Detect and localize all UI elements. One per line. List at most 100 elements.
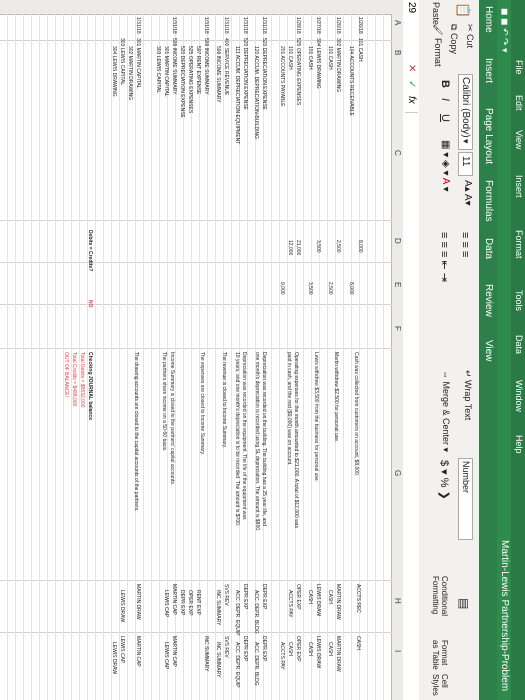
h-cell[interactable]: ACC. DEPR. EQUIP — [234, 590, 240, 636]
h-cell[interactable]: ACCTS REC — [355, 584, 361, 613]
tab-review[interactable]: Review — [483, 284, 494, 317]
format-as-table-button[interactable]: Format as Table — [431, 640, 449, 670]
enter-icon[interactable]: ✓ — [406, 80, 417, 88]
number-format-select[interactable]: Number — [458, 458, 473, 540]
account-cell[interactable]: 520 DEPRECIATION EXPENSE — [261, 38, 267, 110]
explanation-cell[interactable]: one month's depreciation is recorded usi… — [254, 352, 260, 531]
account-cell[interactable]: 302 MARTIN DRAWING — [335, 38, 341, 92]
debit-cell[interactable]: 21,000 — [295, 240, 301, 255]
wrap-text-button[interactable]: ↵ Wrap Text — [462, 370, 473, 420]
debit-cell[interactable]: 8,000 — [357, 240, 363, 253]
tab-formulas[interactable]: Formulas — [483, 180, 494, 222]
debits-equal-credits-label[interactable]: Debits = Credits? — [87, 230, 93, 271]
align-left-icons[interactable]: ≡ ≡ ≡ ⇤ ⇥ — [438, 232, 451, 282]
h-cell[interactable]: OPER EXP — [295, 584, 301, 610]
column-header-i[interactable]: I — [393, 650, 402, 652]
h-cell[interactable]: ACCTS PAY — [287, 590, 293, 618]
h-cell[interactable]: DEPR EXP — [242, 584, 248, 609]
i-cell[interactable]: DEPR EXP — [242, 636, 248, 661]
column-header-g[interactable]: G — [393, 470, 402, 476]
debit-cell[interactable]: 3,500 — [315, 240, 321, 253]
h-cell[interactable]: ACC. DEPR. BLDG — [253, 590, 259, 634]
menu-help[interactable]: Help — [514, 435, 524, 454]
h-cell[interactable]: CASH — [307, 590, 313, 604]
i-cell[interactable]: ACC. DEPR. EQUIP — [234, 642, 240, 688]
explanation-cell[interactable]: Lewis withdrew $3,500 from the business … — [313, 352, 319, 482]
grow-font-button[interactable]: A▴ A▾ — [462, 180, 473, 206]
account-cell[interactable]: 520 DEPRECIATION EXPENSE — [242, 38, 248, 110]
i-cell[interactable]: CASH — [307, 642, 313, 656]
date-cell[interactable]: 1/31/18 — [223, 17, 229, 34]
account-cell[interactable]: 101 CASH — [307, 46, 313, 70]
column-header-e[interactable]: E — [393, 282, 402, 287]
menu-view[interactable]: View — [514, 130, 524, 149]
explanation-cell[interactable]: The partners share income on a 50-50 bas… — [161, 352, 167, 452]
i-cell[interactable]: ACCTS PAY — [279, 642, 285, 670]
font-select[interactable]: Calibri (Body) ▾ — [458, 74, 473, 150]
explanation-cell[interactable]: Operating expenses for the month amounte… — [293, 352, 299, 528]
account-cell[interactable]: 400 SERVICE REVENUE — [223, 38, 229, 95]
account-cell[interactable]: 301 MARTIN CAPITAL — [163, 46, 169, 97]
column-header-d[interactable]: D — [393, 238, 402, 244]
account-cell[interactable]: 525 OPERATING EXPENSES — [187, 46, 193, 113]
account-cell[interactable]: 101 CASH — [357, 38, 363, 62]
cell-styles-button[interactable]: Cell Styles — [431, 674, 449, 700]
total-credits[interactable]: Total Credits = $488,000 — [71, 352, 77, 406]
account-cell[interactable]: 303 LEWIS CAPITAL — [119, 38, 125, 85]
account-cell[interactable]: 520 DEPRECIATION EXPENSE — [179, 46, 185, 118]
h-cell[interactable]: DEPR EXP — [261, 584, 267, 609]
explanation-cell[interactable]: Depreciation was recorded on the equipme… — [241, 352, 247, 520]
h-cell[interactable]: INC SUMMARY — [215, 590, 221, 625]
format-painter-button[interactable]: 🖌 Format — [432, 24, 443, 66]
balance-result[interactable]: NO — [87, 300, 93, 308]
bold-button[interactable]: B — [439, 80, 451, 88]
cut-button[interactable]: ✂ Cut — [464, 24, 475, 48]
account-cell[interactable]: 597 RENT EXPENSE — [195, 46, 201, 94]
menu-insert[interactable]: Insert — [514, 175, 524, 198]
date-cell[interactable]: 1/31/18 — [135, 17, 141, 34]
i-cell[interactable]: MARTIN DRAW — [335, 636, 341, 672]
credit-cell[interactable]: 9,000 — [279, 282, 285, 295]
date-cell[interactable]: 1/31/18 — [203, 17, 209, 34]
name-box[interactable]: 29 — [406, 2, 417, 13]
explanation-cell[interactable]: Depreciation was recorded on the buildin… — [261, 352, 267, 526]
account-cell[interactable]: 301 MARTIN CAPITAL — [135, 38, 141, 89]
i-cell[interactable]: DEPR EXP — [261, 636, 267, 661]
i-cell[interactable]: LEWIS DRAW — [315, 636, 321, 668]
check-heading[interactable]: Checking JOURNAL balance — [87, 352, 93, 420]
h-cell[interactable]: OPER EXP — [187, 590, 193, 616]
h-cell[interactable]: LEWIS CAP — [163, 590, 169, 617]
tab-data[interactable]: Data — [483, 238, 494, 259]
paste-button[interactable]: Paste — [431, 2, 441, 25]
explanation-cell[interactable]: 10 years, and one month's depreciation i… — [234, 352, 240, 526]
i-cell[interactable]: INC SUMMARY — [215, 642, 221, 677]
tab-insert[interactable]: Insert — [483, 58, 494, 83]
i-cell[interactable]: LEWIS CAP — [163, 642, 169, 669]
i-cell[interactable]: CASH — [327, 642, 333, 656]
h-cell[interactable]: DEPR EXP — [179, 590, 185, 615]
paste-icon[interactable]: 📋 — [455, 2, 471, 18]
date-cell[interactable]: 1/27/18 — [315, 17, 321, 34]
out-of-balance[interactable]: OUT OF BALANCE! — [63, 352, 69, 397]
i-cell[interactable]: CASH — [355, 636, 361, 650]
i-cell[interactable]: OPER EXP — [295, 636, 301, 662]
account-cell[interactable]: 104 ACCOUNTS RECEIVABLE — [348, 46, 354, 116]
menu-format[interactable]: Format — [514, 230, 524, 259]
menu-tools[interactable]: Tools — [514, 290, 524, 311]
account-cell[interactable]: 201 ACCOUNTS PAYABLE — [279, 46, 285, 107]
explanation-cell[interactable]: The drawing accounts are closed to the c… — [133, 352, 139, 512]
account-cell[interactable]: 599 INCOME SUMMARY — [171, 38, 177, 95]
border-fill-buttons[interactable]: ▦ ▾ ◈ ▾ A ▾ — [440, 140, 451, 192]
credit-cell[interactable]: 8,000 — [348, 282, 354, 295]
i-cell[interactable]: ACC. DEPR. BLDG — [253, 642, 259, 686]
credit-cell[interactable]: 3,500 — [307, 282, 313, 295]
explanation-cell[interactable]: The expenses are closed to Income Summar… — [199, 352, 205, 455]
account-cell[interactable]: 525 OPERATING EXPENSES — [295, 38, 301, 105]
h-cell[interactable]: RENT EXP — [195, 590, 201, 615]
explanation-cell[interactable]: paid in cash, and the rest ($9,000) was … — [286, 352, 292, 465]
i-cell[interactable]: CASH — [287, 642, 293, 656]
align-top-icons[interactable]: ≡ ≡ ≡ — [459, 232, 471, 257]
h-cell[interactable]: MARTIN CAP — [171, 584, 177, 615]
account-cell[interactable]: 101 CASH — [327, 46, 333, 70]
menu-window[interactable]: Window — [514, 380, 524, 412]
